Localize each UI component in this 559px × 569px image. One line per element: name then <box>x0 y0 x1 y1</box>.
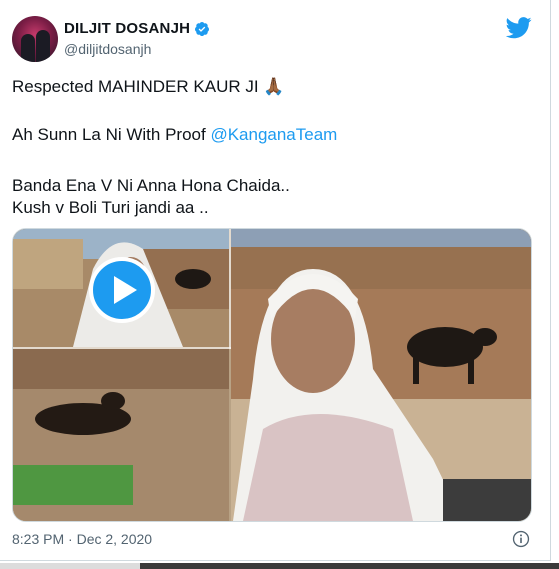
tweet-line-2-text: Ah Sunn La Ni With Proof <box>12 125 211 144</box>
tweet-line-4: Kush v Boli Turi jandi aa .. <box>12 198 209 217</box>
mention-link[interactable]: @KanganaTeam <box>210 125 337 144</box>
tweet-card: DILJIT DOSANJH @diljitdosanjh Respected … <box>0 0 551 561</box>
author-name-text: DILJIT DOSANJH <box>64 20 191 37</box>
info-icon[interactable] <box>512 530 530 548</box>
play-icon[interactable] <box>89 257 155 323</box>
bottom-divider <box>0 563 559 569</box>
folded-hands-emoji: 🙏🏾 <box>263 77 285 96</box>
tweet-line-1-text: Respected MAHINDER KAUR JI <box>12 77 259 96</box>
tweet-line-3: Banda Ena V Ni Anna Hona Chaida.. <box>12 176 290 195</box>
tweet-line-1: Respected MAHINDER KAUR JI 🙏🏾 <box>12 76 284 98</box>
author-handle[interactable]: @diljitdosanjh <box>64 41 151 57</box>
avatar[interactable] <box>12 16 58 62</box>
author-name[interactable]: DILJIT DOSANJH <box>64 20 210 37</box>
twitter-bird-icon[interactable] <box>506 17 532 39</box>
tweet-timestamp[interactable]: 8:23 PM · Dec 2, 2020 <box>12 531 152 547</box>
tweet-line-2: Ah Sunn La Ni With Proof @KanganaTeam <box>12 124 337 146</box>
video-media[interactable] <box>12 228 532 522</box>
verified-badge-icon <box>195 21 210 36</box>
